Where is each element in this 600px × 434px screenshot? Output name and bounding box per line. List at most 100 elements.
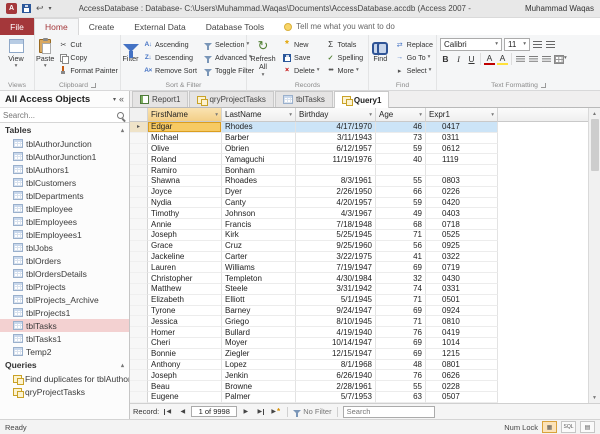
cell[interactable]: 0417 [426, 122, 498, 133]
access-app-icon[interactable]: A [6, 3, 17, 14]
dropdown-arrow-icon[interactable]: ▾ [289, 112, 292, 118]
dropdown-arrow-icon[interactable]: ▾ [215, 112, 218, 118]
cell[interactable]: 0924 [426, 306, 498, 317]
column-header-expr1[interactable]: Expr1▾ [426, 108, 498, 122]
record-selector[interactable] [130, 144, 148, 155]
cell[interactable]: Cruz [222, 241, 296, 252]
cell[interactable]: 66 [376, 187, 426, 198]
quick-access-dropdown-icon[interactable]: ▾ [49, 5, 52, 12]
cell[interactable]: 48 [376, 360, 426, 371]
tab-database-tools[interactable]: Database Tools [196, 18, 274, 35]
cell[interactable]: 0403 [426, 208, 498, 219]
cell[interactable]: Rhodes [222, 122, 296, 133]
delete-button[interactable]: ×Delete▾ [280, 64, 322, 77]
dialog-launcher-icon[interactable] [541, 83, 546, 88]
tab-create[interactable]: Create [79, 18, 125, 35]
record-selector[interactable] [130, 316, 148, 327]
go-to-button[interactable]: →Go To▾ [393, 51, 435, 64]
nav-item[interactable]: tblOrdersDetails [0, 267, 129, 280]
cell[interactable]: 68 [376, 219, 426, 230]
dropdown-arrow-icon[interactable]: ▾ [419, 112, 422, 118]
cell[interactable]: Elliott [222, 295, 296, 306]
cell[interactable]: 4/30/1984 [296, 273, 376, 284]
cell[interactable]: 32 [376, 273, 426, 284]
tab-file[interactable]: File [0, 18, 34, 35]
scroll-up-icon[interactable]: ▲ [589, 108, 600, 119]
cell[interactable]: Nydia [148, 198, 222, 209]
tab-qryprojecttasks[interactable]: qryProjectTasks [189, 91, 273, 107]
cell[interactable]: Rhoades [222, 176, 296, 187]
filter-status-icon[interactable] [293, 410, 301, 414]
more-button[interactable]: •••More▾ [324, 64, 366, 77]
cell[interactable]: Elizabeth [148, 295, 222, 306]
align-left-button[interactable] [515, 53, 526, 65]
scroll-down-icon[interactable]: ▼ [589, 392, 600, 403]
cell[interactable]: 55 [376, 381, 426, 392]
cell[interactable]: 49 [376, 208, 426, 219]
cell[interactable]: Joseph [148, 230, 222, 241]
record-selector[interactable] [130, 219, 148, 230]
cell[interactable]: Jenkin [222, 370, 296, 381]
align-right-button[interactable] [541, 53, 552, 65]
dialog-launcher-icon[interactable] [91, 83, 96, 88]
next-record-button[interactable]: ▶ [239, 406, 252, 418]
column-header-lastname[interactable]: LastName▾ [222, 108, 296, 122]
cell[interactable]: Johnson [222, 208, 296, 219]
cell[interactable]: 1215 [426, 349, 498, 360]
cell[interactable]: Cheri [148, 338, 222, 349]
search-icon[interactable] [117, 112, 124, 119]
nav-section-header[interactable]: Queries▴ [0, 358, 129, 372]
cell[interactable]: 0803 [426, 176, 498, 187]
nav-item[interactable]: tblJobs [0, 241, 129, 254]
number-list-button[interactable] [545, 39, 556, 51]
cell[interactable]: Joyce [148, 187, 222, 198]
nav-item[interactable]: tblEmployee [0, 202, 129, 215]
cell[interactable]: 56 [376, 241, 426, 252]
nav-item[interactable]: tblAuthorJunction1 [0, 150, 129, 163]
cell[interactable] [426, 165, 498, 176]
record-selector[interactable] [130, 370, 148, 381]
replace-button[interactable]: ⇄Replace [393, 38, 435, 51]
cell[interactable]: 0810 [426, 316, 498, 327]
italic-button[interactable]: I [453, 53, 464, 65]
nav-item[interactable]: qryProjectTasks [0, 385, 129, 398]
nav-item[interactable]: tblTasks [0, 319, 129, 332]
cell[interactable]: Christopher [148, 273, 222, 284]
nav-item[interactable]: tblCustomers [0, 176, 129, 189]
cell[interactable]: Obrien [222, 144, 296, 155]
nav-section-header[interactable]: Tables▴ [0, 123, 129, 137]
cell[interactable]: 4/17/1970 [296, 122, 376, 133]
cell[interactable]: 0322 [426, 252, 498, 263]
record-position-box[interactable]: 1 of 9998 [191, 406, 237, 417]
tab-external-data[interactable]: External Data [124, 18, 196, 35]
nav-item[interactable]: tblDepartments [0, 189, 129, 202]
cell[interactable]: Grace [148, 241, 222, 252]
underline-button[interactable]: U [466, 53, 477, 65]
record-selector[interactable] [130, 252, 148, 263]
cell[interactable]: 40 [376, 154, 426, 165]
cell[interactable]: Jessica [148, 316, 222, 327]
cell[interactable]: 0925 [426, 241, 498, 252]
ascending-button[interactable]: A↓Ascending [141, 38, 199, 51]
cell[interactable]: 63 [376, 392, 426, 403]
tab-home[interactable]: Home [34, 18, 79, 35]
cell[interactable]: 0228 [426, 381, 498, 392]
cell[interactable]: 0430 [426, 273, 498, 284]
record-selector[interactable] [130, 360, 148, 371]
cell[interactable]: 69 [376, 349, 426, 360]
record-selector[interactable] [130, 165, 148, 176]
cell[interactable]: 0226 [426, 187, 498, 198]
cell[interactable]: 5/7/1953 [296, 392, 376, 403]
record-selector[interactable] [130, 392, 148, 403]
cell[interactable]: Ziegler [222, 349, 296, 360]
record-selector[interactable] [130, 338, 148, 349]
save-record-button[interactable]: Save [280, 51, 322, 64]
undo-icon[interactable]: ↩ [36, 4, 44, 13]
cell[interactable]: Roland [148, 154, 222, 165]
font-color-button[interactable]: A [484, 54, 495, 65]
totals-button[interactable]: ΣTotals [324, 38, 366, 51]
cell[interactable]: Edgar [148, 122, 222, 133]
record-selector[interactable] [130, 176, 148, 187]
spelling-button[interactable]: ✓Spelling [324, 51, 366, 64]
column-header-birthday[interactable]: Birthday▾ [296, 108, 376, 122]
